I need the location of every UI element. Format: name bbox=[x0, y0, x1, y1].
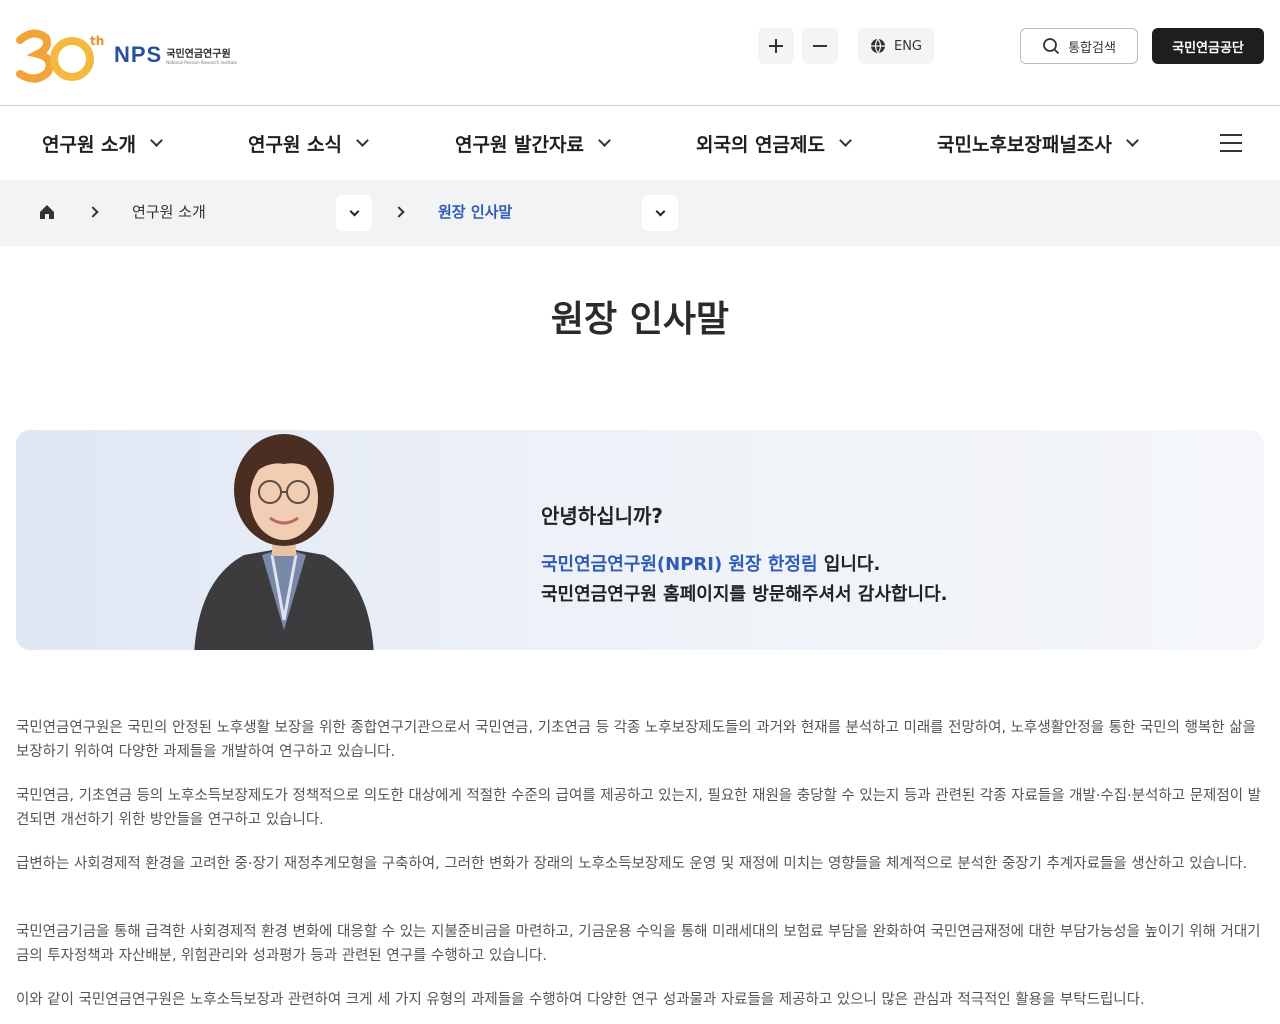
minus-icon bbox=[813, 45, 827, 47]
home-icon[interactable] bbox=[38, 203, 56, 221]
chevron-down-icon bbox=[349, 206, 359, 216]
nav-item-news[interactable]: 연구원 소식 bbox=[248, 130, 369, 157]
zoom-out-button[interactable] bbox=[802, 28, 838, 64]
chevron-down-icon bbox=[150, 134, 163, 147]
main-navigation: 연구원 소개 연구원 소식 연구원 발간자료 외국의 연금제도 국민노후보장패널… bbox=[0, 106, 1280, 180]
nav-item-label: 국민노후보장패널조사 bbox=[937, 134, 1112, 156]
chevron-right-icon bbox=[393, 206, 405, 218]
zoom-in-button[interactable] bbox=[758, 28, 794, 64]
chevron-right-icon bbox=[87, 206, 99, 218]
language-button[interactable]: ENG bbox=[858, 28, 934, 64]
greeting-intro: 국민연금연구원(NPRI) 원장 한정림 입니다. bbox=[541, 550, 880, 576]
menu-icon[interactable] bbox=[1220, 134, 1242, 152]
logo-text: 국민연금연구원 National Pension Research Instit… bbox=[166, 45, 237, 65]
language-label: ENG bbox=[893, 38, 922, 54]
director-portrait bbox=[194, 434, 374, 650]
greeting-intro-suffix: 입니다. bbox=[817, 554, 881, 575]
nav-item-panel-survey[interactable]: 국민노후보장패널조사 bbox=[937, 130, 1139, 157]
nav-item-label: 외국의 연금제도 bbox=[696, 134, 825, 156]
nav-item-label: 연구원 발간자료 bbox=[455, 134, 584, 156]
logo-30th-mark: th bbox=[16, 26, 104, 84]
nav-item-about[interactable]: 연구원 소개 bbox=[42, 130, 163, 157]
breadcrumb: 연구원 소개 원장 인사말 bbox=[0, 180, 1280, 246]
search-label: 통합검색 bbox=[1068, 40, 1116, 56]
logo-th: th bbox=[90, 34, 105, 48]
breadcrumb-level2[interactable]: 원장 인사말 bbox=[438, 201, 512, 222]
body-paragraph: 국민연금기금을 통해 급격한 사회경제적 환경 변화에 대응할 수 있는 지불준… bbox=[16, 924, 1261, 964]
breadcrumb-level1-dropdown[interactable] bbox=[336, 195, 372, 231]
chevron-down-icon bbox=[1125, 134, 1139, 147]
search-icon bbox=[1043, 38, 1060, 55]
greeting-banner: 안녕하십니까? 국민연금연구원(NPRI) 원장 한정림 입니다. 국민연금연구… bbox=[16, 430, 1264, 650]
breadcrumb-level1[interactable]: 연구원 소개 bbox=[132, 201, 206, 222]
body-paragraph: 이와 같이 국민연금연구원은 노후소득보장과 관련하여 크게 세 가지 유형의 … bbox=[16, 992, 1145, 1008]
nps-link-button[interactable]: 국민연금공단 bbox=[1152, 28, 1264, 64]
chevron-down-icon bbox=[356, 134, 369, 147]
plus-icon bbox=[769, 39, 783, 53]
logo-30-graphic bbox=[16, 29, 94, 83]
director-name: 국민연금연구원(NPRI) 원장 한정림 bbox=[541, 554, 818, 575]
page-title: 원장 인사말 bbox=[550, 299, 730, 340]
body-paragraph: 급변하는 사회경제적 환경을 고려한 중·장기 재정추계모형을 구축하여, 그러… bbox=[16, 856, 1248, 872]
body-paragraph: 국민연금, 기초연금 등의 노후소득보장제도가 정책적으로 의도한 대상에게 적… bbox=[16, 788, 1261, 828]
logo-name-ko: 국민연금연구원 bbox=[166, 49, 231, 60]
logo-brand: NPS bbox=[114, 42, 163, 67]
breadcrumb-level2-dropdown[interactable] bbox=[642, 195, 678, 231]
site-header: th NPS 국민연금연구원 National Pension Research… bbox=[0, 0, 1280, 106]
nps-30th-logo[interactable]: th NPS 국민연금연구원 National Pension Research… bbox=[16, 26, 256, 84]
greeting-hello: 안녕하십니까? bbox=[541, 504, 664, 528]
nav-item-foreign-pension[interactable]: 외국의 연금제도 bbox=[696, 130, 852, 157]
logo-name-en: National Pension Research Institute bbox=[166, 60, 238, 65]
chevron-down-icon bbox=[839, 134, 852, 147]
nav-item-publications[interactable]: 연구원 발간자료 bbox=[455, 130, 611, 157]
body-paragraph: 국민연금연구원은 국민의 안정된 노후생활 보장을 위한 종합연구기관으로서 국… bbox=[16, 720, 1256, 760]
greeting-thanks: 국민연금연구원 홈페이지를 방문해주셔서 감사합니다. bbox=[541, 584, 948, 605]
globe-icon bbox=[870, 38, 885, 54]
chevron-down-icon bbox=[655, 206, 665, 216]
nav-item-label: 연구원 소개 bbox=[42, 134, 137, 156]
chevron-down-icon bbox=[598, 134, 611, 147]
integrated-search-button[interactable]: 통합검색 bbox=[1020, 28, 1138, 64]
nav-item-label: 연구원 소식 bbox=[248, 134, 343, 156]
